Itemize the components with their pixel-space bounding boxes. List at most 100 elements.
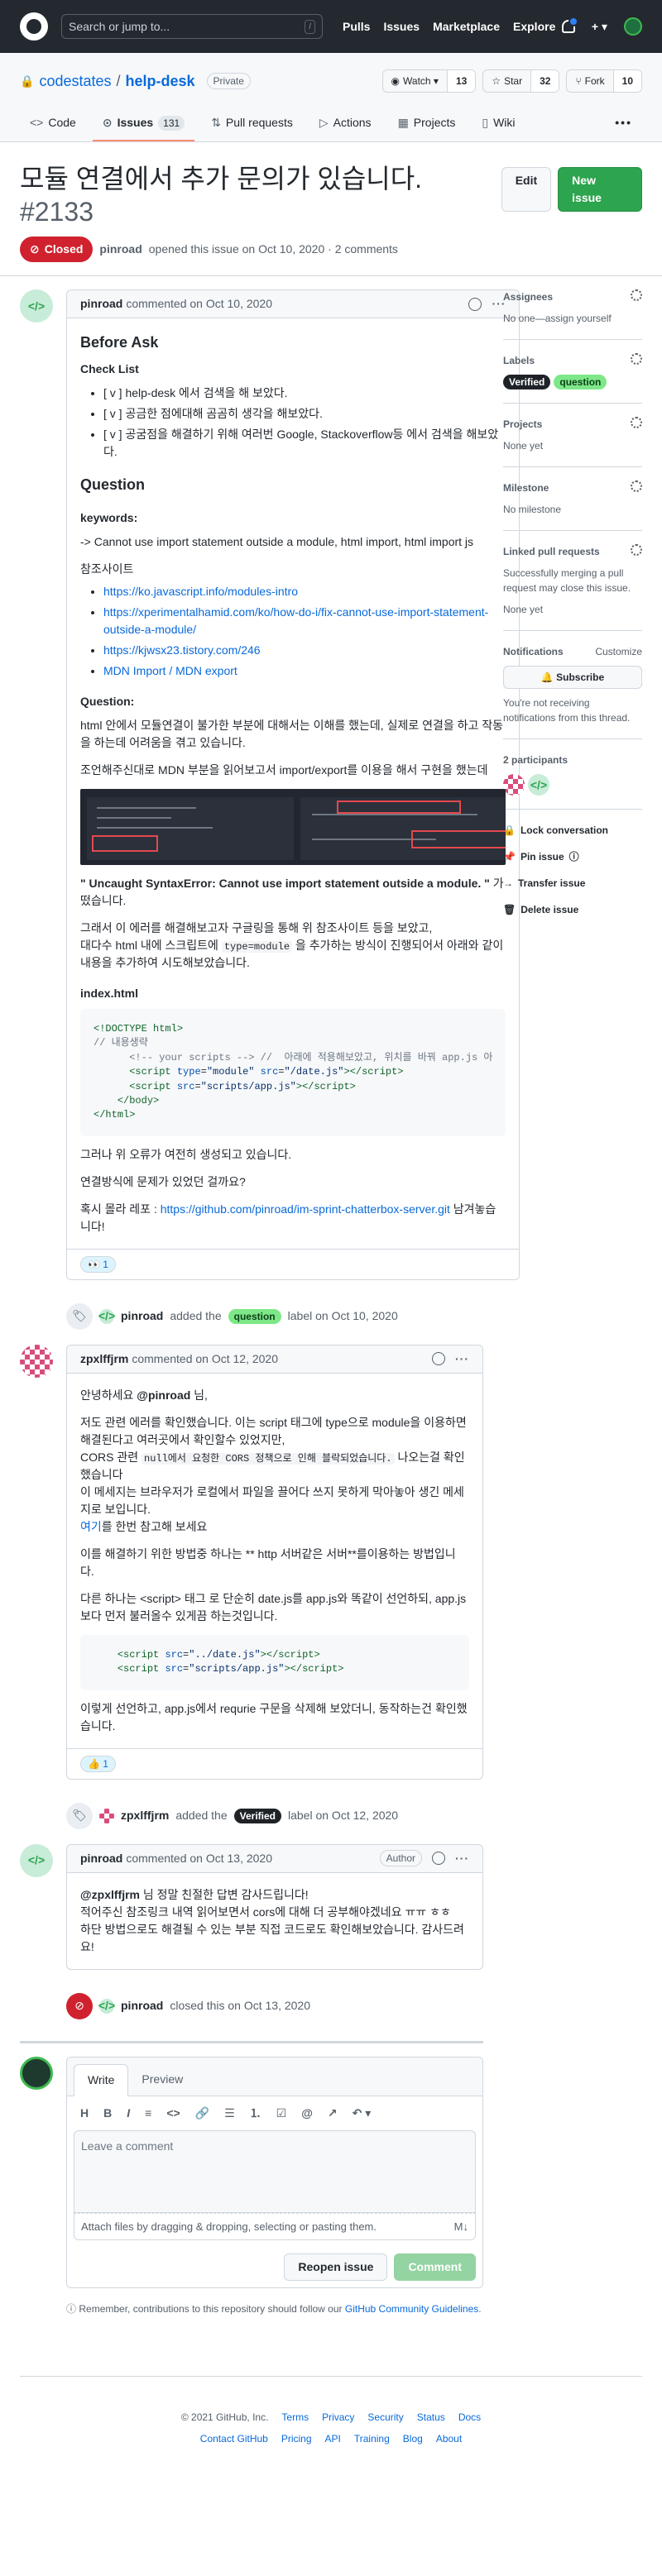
event-actor[interactable]: zpxlffjrm bbox=[121, 1807, 169, 1824]
assignees-text[interactable]: No one—assign yourself bbox=[503, 311, 642, 326]
star-count[interactable]: 32 bbox=[530, 70, 559, 92]
participant-avatar[interactable] bbox=[528, 774, 549, 796]
comment-author[interactable]: pinroad bbox=[80, 295, 122, 313]
reopen-issue-button[interactable]: Reopen issue bbox=[284, 2253, 388, 2282]
avatar[interactable] bbox=[20, 289, 53, 323]
reference-link[interactable]: https://kjwsx23.tistory.com/246 bbox=[103, 643, 261, 657]
star-button[interactable]: ☆ Star 32 bbox=[482, 69, 560, 93]
italic-icon[interactable]: I bbox=[127, 2105, 130, 2122]
event-actor[interactable]: pinroad bbox=[121, 1307, 163, 1325]
pin-issue-button[interactable]: 📌 Pin issue ⓘ bbox=[503, 849, 642, 864]
tab-write[interactable]: Write bbox=[74, 2063, 129, 2096]
footer-link[interactable]: Pricing bbox=[281, 2431, 312, 2446]
reply-icon[interactable]: ↶ ▾ bbox=[353, 2105, 372, 2122]
comment-options-icon[interactable]: ··· bbox=[455, 1350, 469, 1368]
edit-button[interactable]: Edit bbox=[501, 167, 552, 212]
tab-issues[interactable]: ⊙ Issues 131 bbox=[92, 108, 195, 141]
tab-preview[interactable]: Preview bbox=[128, 2064, 196, 2096]
code-icon[interactable]: <> bbox=[166, 2105, 180, 2122]
github-logo-icon[interactable] bbox=[20, 12, 48, 41]
avatar[interactable] bbox=[99, 1808, 114, 1823]
footer-link[interactable]: Status bbox=[417, 2410, 445, 2425]
repo-link[interactable]: https://github.com/pinroad/im-sprint-cha… bbox=[161, 1202, 450, 1216]
reference-link[interactable]: https://ko.javascript.info/modules-intro bbox=[103, 585, 298, 598]
label-question[interactable]: question bbox=[228, 1308, 281, 1324]
add-reaction-icon[interactable] bbox=[468, 297, 482, 311]
nav-pulls[interactable]: Pulls bbox=[343, 18, 370, 36]
fork-count[interactable]: 10 bbox=[612, 70, 641, 92]
create-new-dropdown[interactable]: + ▾ bbox=[592, 18, 607, 36]
tab-pull-requests[interactable]: ⇅ Pull requests bbox=[201, 108, 303, 141]
gear-icon[interactable] bbox=[631, 289, 642, 301]
add-reaction-icon[interactable] bbox=[432, 1852, 445, 1866]
customize-link[interactable]: Customize bbox=[595, 644, 642, 659]
nav-explore[interactable]: Explore bbox=[513, 18, 555, 36]
footer-link[interactable]: Contact GitHub bbox=[200, 2431, 268, 2446]
repo-name-link[interactable]: help-desk bbox=[126, 70, 195, 93]
reaction-eyes[interactable]: 👀 1 bbox=[80, 1255, 116, 1273]
nav-marketplace[interactable]: Marketplace bbox=[433, 18, 500, 36]
watch-button[interactable]: ◉ Watch ▾ 13 bbox=[381, 69, 477, 93]
footer-link[interactable]: Security bbox=[367, 2410, 403, 2425]
search-input[interactable]: Search or jump to... / bbox=[61, 14, 323, 39]
user-avatar[interactable] bbox=[624, 17, 642, 36]
heading-icon[interactable]: H bbox=[80, 2105, 89, 2122]
attach-files-bar[interactable]: Attach files by dragging & dropping, sel… bbox=[74, 2212, 476, 2241]
watch-count[interactable]: 13 bbox=[446, 70, 476, 92]
comment-author[interactable]: zpxlffjrm bbox=[80, 1350, 128, 1368]
subscribe-button[interactable]: 🔔 Subscribe bbox=[503, 666, 642, 689]
footer-link[interactable]: Blog bbox=[403, 2431, 423, 2446]
comment-button[interactable]: Comment bbox=[394, 2253, 476, 2282]
reference-link[interactable]: https://xperimentalhamid.com/ko/how-do-i… bbox=[103, 605, 488, 636]
gear-icon[interactable] bbox=[631, 417, 642, 428]
user-mention[interactable]: @zpxlffjrm bbox=[80, 1888, 140, 1901]
tab-code[interactable]: <> Code bbox=[20, 108, 86, 141]
tab-projects[interactable]: ▦ Projects bbox=[388, 108, 466, 141]
cross-reference-icon[interactable]: ↗ bbox=[328, 2105, 338, 2122]
participant-avatar[interactable] bbox=[503, 774, 525, 796]
nav-issues[interactable]: Issues bbox=[383, 18, 420, 36]
avatar[interactable] bbox=[20, 1843, 53, 1877]
comment-timestamp[interactable]: commented on Oct 13, 2020 bbox=[126, 1850, 272, 1867]
label-verified[interactable]: Verified bbox=[503, 375, 551, 390]
more-tabs-menu[interactable]: ••• bbox=[605, 108, 642, 141]
comment-timestamp[interactable]: commented on Oct 12, 2020 bbox=[132, 1350, 278, 1368]
mention-icon[interactable]: @ bbox=[301, 2105, 313, 2122]
notification-bell-icon[interactable] bbox=[561, 17, 578, 33]
delete-issue-button[interactable]: 🗑 Delete issue bbox=[503, 902, 642, 917]
link-icon[interactable]: 🔗 bbox=[195, 2105, 209, 2122]
reference-link[interactable]: 여기 bbox=[80, 1520, 102, 1533]
error-screenshot-image[interactable] bbox=[80, 789, 506, 865]
footer-link[interactable]: Privacy bbox=[322, 2410, 354, 2425]
event-actor[interactable]: pinroad bbox=[121, 1997, 163, 2014]
gear-icon[interactable] bbox=[631, 480, 642, 492]
label-question[interactable]: question bbox=[554, 375, 607, 390]
new-issue-button[interactable]: New issue bbox=[558, 167, 642, 212]
transfer-issue-button[interactable]: → Transfer issue bbox=[503, 876, 642, 891]
fork-button[interactable]: ⑂ Fork 10 bbox=[566, 69, 642, 93]
tab-wiki[interactable]: ▯ Wiki bbox=[472, 108, 525, 141]
footer-link[interactable]: API bbox=[325, 2431, 341, 2446]
comment-timestamp[interactable]: commented on Oct 10, 2020 bbox=[126, 295, 272, 313]
issue-author-link[interactable]: pinroad bbox=[99, 241, 142, 258]
comment-options-icon[interactable]: ··· bbox=[455, 1850, 469, 1867]
bulleted-list-icon[interactable]: ☰ bbox=[224, 2105, 235, 2122]
avatar[interactable] bbox=[99, 1308, 114, 1324]
label-verified[interactable]: Verified bbox=[233, 1808, 281, 1823]
gear-icon[interactable] bbox=[631, 544, 642, 556]
footer-link[interactable]: Terms bbox=[281, 2410, 309, 2425]
reaction-thumbs-up[interactable]: 👍 1 bbox=[80, 1755, 116, 1772]
task-list-icon[interactable]: ☑ bbox=[276, 2105, 287, 2122]
footer-link[interactable]: Docs bbox=[458, 2410, 481, 2425]
repo-owner-link[interactable]: codestates bbox=[39, 70, 111, 93]
comment-textarea[interactable]: Leave a comment bbox=[74, 2129, 476, 2213]
numbered-list-icon[interactable]: ⒈ bbox=[250, 2105, 261, 2122]
user-mention[interactable]: @pinroad bbox=[137, 1388, 190, 1402]
avatar[interactable] bbox=[20, 2056, 53, 2090]
guidelines-link[interactable]: GitHub Community Guidelines bbox=[345, 2303, 478, 2315]
gear-icon[interactable] bbox=[631, 353, 642, 365]
quote-icon[interactable]: ≡ bbox=[145, 2105, 151, 2122]
avatar[interactable] bbox=[20, 1344, 53, 1378]
avatar[interactable] bbox=[99, 1998, 114, 2014]
lock-conversation-button[interactable]: 🔒 Lock conversation bbox=[503, 823, 642, 838]
